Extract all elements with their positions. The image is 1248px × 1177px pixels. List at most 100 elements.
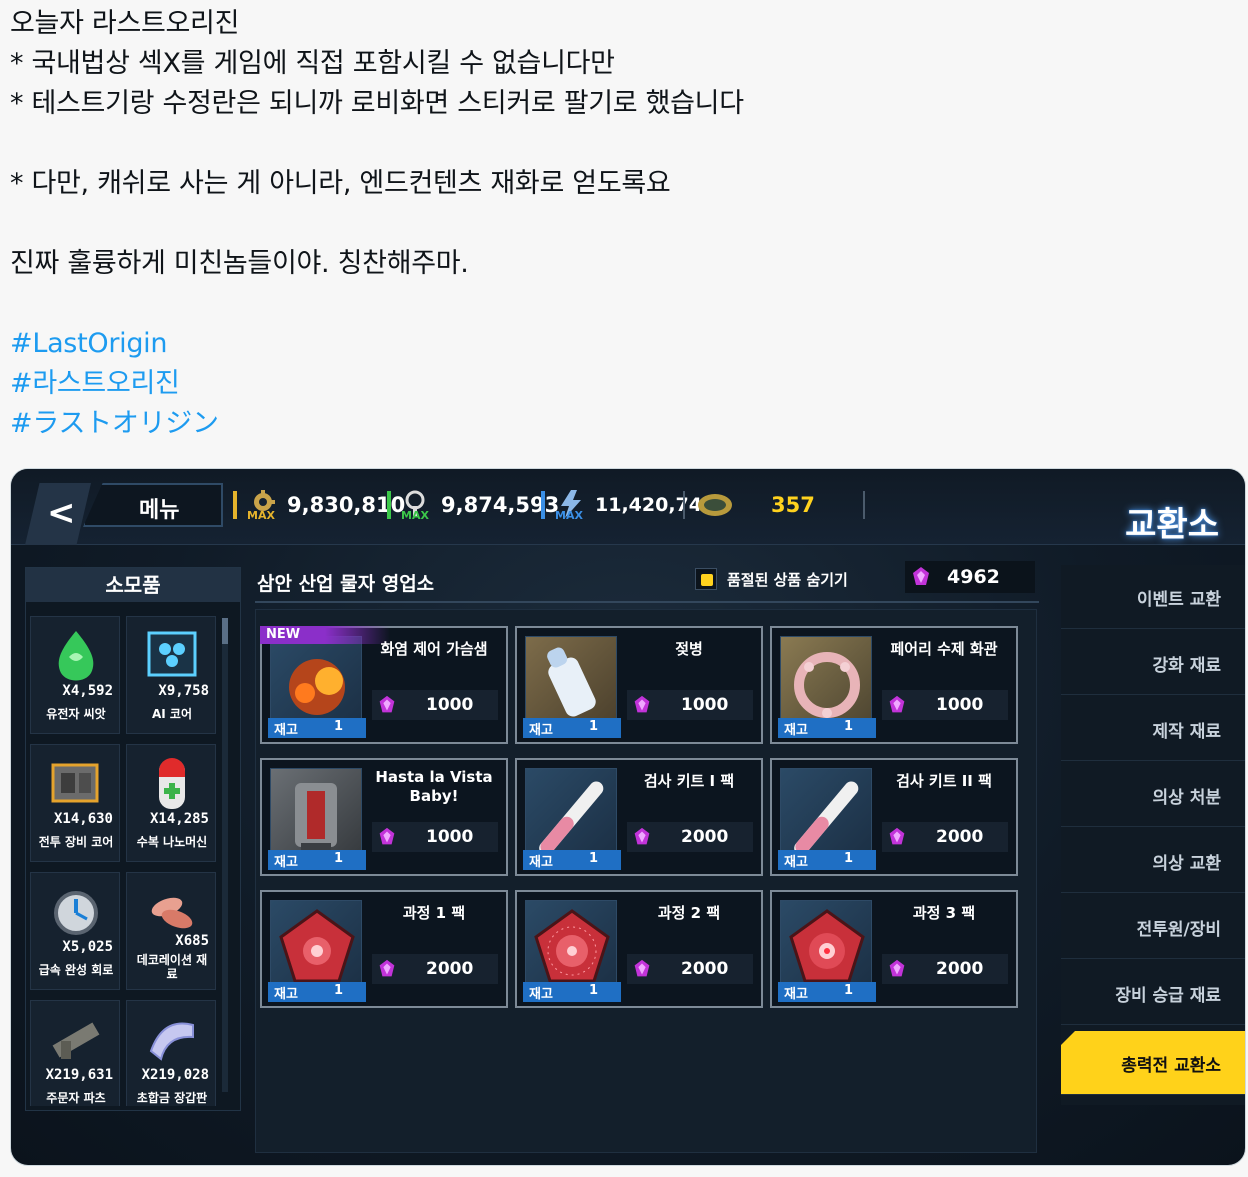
gem-icon [889,695,905,713]
nav-label: 의상 처분 [1152,788,1221,808]
gem-icon [889,959,905,977]
product-price: 1000 [681,695,729,715]
resource-coin: 357 [683,489,865,521]
category-item[interactable]: X9,758 AI 코어 [126,616,216,734]
cell-pentagon-icon [780,900,872,994]
back-button[interactable]: < [25,483,91,545]
nav-label: 강화 재료 [1152,656,1221,676]
menu-button[interactable]: 메뉴 [83,483,223,527]
product-price: 2000 [681,827,729,847]
item-name: 수복 나노머신 [136,835,208,849]
repair-nanomachine-icon [143,755,201,813]
menu-label: 메뉴 [139,498,180,523]
price-box: 1000 [882,690,1008,720]
product-price: 2000 [681,959,729,979]
category-item[interactable]: X685 데코레이션 재료 [126,872,216,990]
gem-icon [889,827,905,845]
tweet-line: * 국내법상 섹X를 게임에 직접 포함시킬 수 없습니다만 [10,48,615,79]
stock-label: 재고 [529,987,553,1002]
tweet-line: 오늘자 라스트오리진 [10,8,240,39]
category-grid: X4,592 유전자 씨앗 X9,758 AI 코어 X14,630 전투 장비… [30,616,220,1106]
rapid-circuit-icon [47,883,105,941]
checkbox-icon[interactable] [695,568,717,590]
product-name: 과정 1 팩 [402,904,466,922]
category-scrollbar[interactable] [222,618,228,1092]
product-card[interactable]: 재고 1 과정 3 팩 2000 [770,890,1018,1008]
nav-item-total-war-exchange[interactable]: 총력전 교환소 [1061,1031,1245,1095]
product-name: 페어리 수제 화관 [890,640,998,658]
category-panel: 소모품 X4,592 유전자 씨앗 X9,758 AI 코어 X14,630 전… [25,567,241,1111]
test-kit-icon [525,768,617,862]
nav-label: 총력전 교환소 [1121,1056,1221,1076]
nav-label: 장비 승급 재료 [1115,986,1221,1006]
gem-icon [634,827,650,845]
hide-soldout-label: 품절된 상품 숨기기 [727,570,848,589]
product-card[interactable]: 재고 1 페어리 수제 화관 1000 [770,626,1018,744]
resource-divider [233,491,237,519]
stock-count: 1 [589,851,599,866]
product-card[interactable]: 재고 1 검사 키트 I 팩 2000 [515,758,763,876]
nav-label: 제작 재료 [1152,722,1221,742]
stock-bar: 재고 1 [268,718,366,738]
item-name: 주문자 파츠 [46,1091,106,1105]
resource-nutrient: MAX 9,874,593 [387,489,559,522]
tweet-line: * 테스트기랑 수정란은 되니까 로비화면 스티커로 팔기로 했습니다 [10,88,744,119]
category-item[interactable]: X219,631 주문자 파츠 [30,1000,120,1106]
price-box: 2000 [882,954,1008,984]
hashtag-link-korean[interactable]: #라스트오리진 [10,364,1230,404]
max-tag: MAX [247,509,275,522]
category-item[interactable]: X14,630 전투 장비 코어 [30,744,120,862]
product-name: 검사 키트 I 팩 [643,772,735,790]
nav-label: 전투원/장비 [1136,920,1221,940]
hashtag-link-japanese[interactable]: #ラストオリジン [10,404,1230,444]
nav-item-enhance-material[interactable]: 강화 재료 [1061,631,1245,695]
stock-bar: 재고 1 [523,982,621,1002]
gear-parts-icon: MAX [245,490,279,522]
stock-label: 재고 [274,855,298,870]
item-count: X219,028 [141,1067,209,1083]
product-card[interactable]: 재고 1 과정 2 팩 2000 [515,890,763,1008]
stock-label: 재고 [529,855,553,870]
gem-icon [634,695,650,713]
product-name: 화염 제어 가슴샘 [380,640,488,658]
item-count: X219,631 [45,1067,113,1083]
nav-label: 의상 교환 [1152,854,1221,874]
product-card[interactable]: NEW 재고 1 화염 제어 가슴샘 1000 [260,626,508,744]
product-card[interactable]: 재고 1 젖병 1000 [515,626,763,744]
max-tag: MAX [555,509,583,522]
combat-gear-core-icon [47,755,105,813]
category-item[interactable]: X5,025 급속 완성 회로 [30,872,120,990]
category-item[interactable]: X219,028 초합금 장갑판 [126,1000,216,1106]
product-card[interactable]: 재고 1 Hasta la Vista Baby! 1000 [260,758,508,876]
nav-item-equipment-upgrade[interactable]: 장비 승급 재료 [1061,961,1245,1025]
max-tag: MAX [401,509,429,522]
resource-divider [862,491,865,519]
stock-label: 재고 [784,723,808,738]
price-box: 1000 [627,690,753,720]
game-screenshot[interactable]: < 메뉴 MAX 9,830,810 MAX 9,874,593 MAX 11,… [10,468,1246,1166]
flame-gland-icon [270,636,362,730]
category-item[interactable]: X4,592 유전자 씨앗 [30,616,120,734]
nav-item-costume-exchange[interactable]: 의상 교환 [1061,829,1245,893]
product-card[interactable]: 재고 1 검사 키트 II 팩 2000 [770,758,1018,876]
power-icon: MAX [553,490,587,522]
back-arrow-icon: < [47,493,76,533]
price-box: 2000 [627,822,753,852]
nav-item-event-exchange[interactable]: 이벤트 교환 [1061,565,1245,629]
hide-soldout-toggle[interactable]: 품절된 상품 숨기기 [695,565,848,593]
scroll-thumb[interactable] [222,618,228,644]
item-name: 데코레이션 재료 [136,953,208,981]
price-box: 1000 [372,822,498,852]
hashtag-link-lastorigin[interactable]: #LastOrigin [10,324,1230,364]
item-name: 초합금 장갑판 [136,1091,208,1105]
shop-grid: NEW 재고 1 화염 제어 가슴샘 1000 재고 1 젖병 1000 재고 … [255,609,1037,1153]
category-item[interactable]: X14,285 수복 나노머신 [126,744,216,862]
resource-divider [387,491,391,519]
product-card[interactable]: 재고 1 과정 1 팩 2000 [260,890,508,1008]
nav-item-combatant-equipment[interactable]: 전투원/장비 [1061,895,1245,959]
item-count: X14,285 [149,811,209,827]
nav-item-craft-material[interactable]: 제작 재료 [1061,697,1245,761]
nav-item-costume-disposal[interactable]: 의상 처분 [1061,763,1245,827]
